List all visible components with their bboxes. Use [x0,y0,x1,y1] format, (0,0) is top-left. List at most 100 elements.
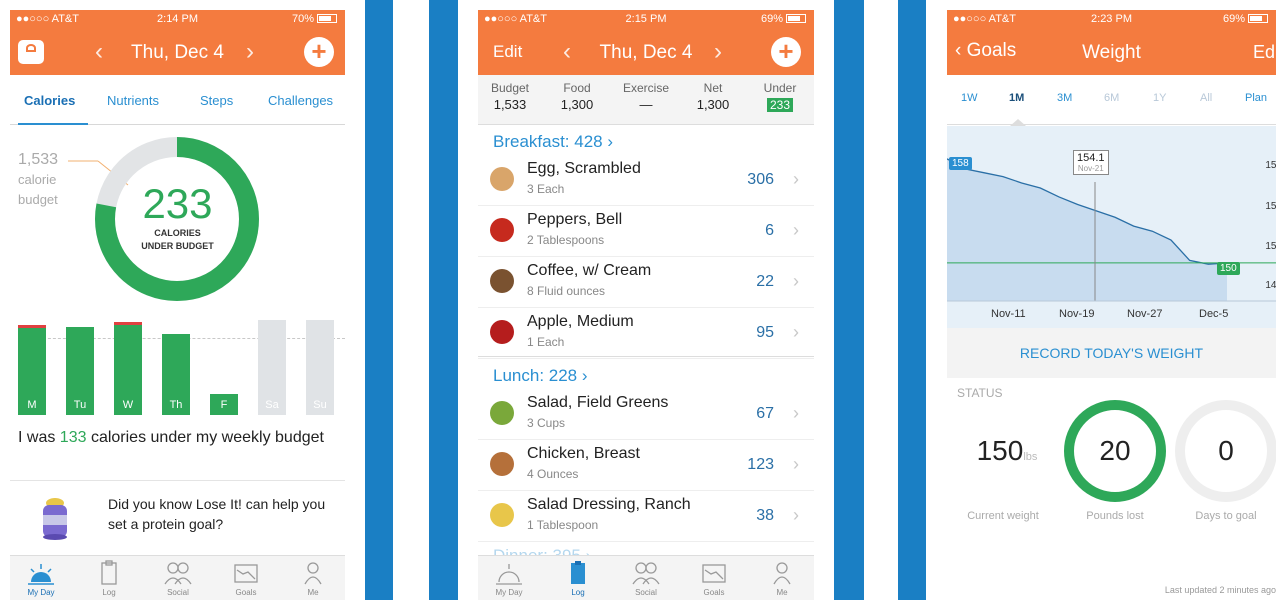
chevron-right-icon[interactable]: › [714,38,722,66]
tab-log[interactable]: Log [84,560,134,597]
tab-goals[interactable]: Goals [689,560,739,597]
tab-my-day[interactable]: My Day [16,560,66,597]
clipboard-icon [101,560,117,585]
phone-my-day: ●●○○○ AT&T 2:14 PM 70% ‹ Thu, Dec 4 › + … [10,10,345,600]
day-bar-sa[interactable]: Sa [258,320,286,415]
tab-log[interactable]: Log [553,560,603,597]
food-row[interactable]: Salad Dressing, Ranch 1 Tablespoon 38 › [478,491,814,542]
y-tick: 152 [1265,241,1276,252]
battery: 69% [1223,13,1268,25]
y-tick: 149 [1265,280,1276,291]
tab-calories[interactable]: Calories [24,93,75,108]
day-bar-m[interactable]: M [18,325,46,415]
under-label-2: UNDER BUDGET [141,241,214,251]
tab-challenges[interactable]: Challenges [268,93,333,108]
food-name: Salad, Field Greens [527,394,669,411]
tab-goals[interactable]: Goals [221,560,271,597]
range-all[interactable]: All [1200,92,1212,104]
day-bar-th[interactable]: Th [162,334,190,415]
sunrise-icon [496,564,522,585]
chevron-right-icon: › [793,322,799,342]
status-bar: ●●○○○ AT&T 2:15 PM 69% [478,10,814,28]
last-updated: Last updated 2 minutes ago [1164,585,1276,595]
food-calories: 22 [756,273,774,290]
battery-icon [317,14,337,23]
breakfast-header[interactable]: Breakfast: 428 › [493,132,613,152]
tab-bar: My Day Log Social Goals Me [10,555,345,600]
protein-tip-card[interactable]: Did you know Lose It! can help you set a… [10,480,345,555]
battery-percent: 69% [760,13,783,25]
food-row[interactable]: Egg, Scrambled 3 Each 306 › [478,155,814,206]
record-weight-button[interactable]: RECORD TODAY'S WEIGHT [947,328,1276,378]
chevron-right-icon: › [793,454,799,474]
tab-social[interactable]: Social [153,560,203,597]
divider-stripe [365,0,393,600]
under-value: 233 [142,180,213,227]
food-row[interactable]: Apple, Medium 1 Each 95 › [478,308,814,359]
summary-exercise: Exercise — [614,81,678,112]
food-row[interactable]: Chicken, Breast 4 Ounces 123 › [478,440,814,491]
status-bar: ●●○○○ AT&T 2:23 PM 69% [947,10,1276,28]
day-label: Tu [73,399,87,411]
weight-chart: Nov-11 Nov-19 Nov-27 Dec-5 158 155 152 1… [947,126,1276,328]
food-portion: 8 Fluid ounces [527,284,606,298]
battery-percent: 70% [291,13,314,25]
add-icon[interactable]: + [304,37,334,67]
lunch-header[interactable]: Lunch: 228 › [493,366,588,386]
start-weight-flag: 158 [949,157,972,170]
range-3m[interactable]: 3M [1057,92,1072,104]
range-plan[interactable]: Plan [1245,92,1267,104]
tab-steps[interactable]: Steps [200,93,233,108]
end-weight-flag: 150 [1217,262,1240,275]
tab-bar: My Day Log Social Goals Me [478,555,814,600]
range-1w[interactable]: 1W [961,92,978,104]
food-name: Egg, Scrambled [527,160,641,177]
weight-area [947,158,1227,301]
food-calories: 306 [747,171,774,188]
food-portion: 3 Cups [527,416,566,430]
edit-button[interactable]: Edit [1253,42,1276,63]
food-calories: 123 [747,456,774,473]
tab-my-day[interactable]: My Day [484,560,534,597]
phone-weight-goal: ●●○○○ AT&T 2:23 PM 69% ‹ Goals Weight Ed… [947,10,1276,600]
weight-unit: lbs [1023,451,1038,463]
food-name: Peppers, Bell [527,211,623,228]
day-bar-w[interactable]: W [114,322,142,415]
goal-nav: ‹ Goals Weight Edit [947,34,1276,70]
tab-nutrients[interactable]: Nutrients [107,93,159,108]
summary-value: 1,300 [696,97,730,112]
food-row[interactable]: Salad, Field Greens 3 Cups 67 › [478,389,814,440]
food-row[interactable]: Peppers, Bell 2 Tablespoons 6 › [478,206,814,257]
battery-percent: 69% [1222,13,1245,25]
pepper-icon [490,218,514,242]
food-portion: 4 Ounces [527,467,579,481]
food-row[interactable]: Coffee, w/ Cream 8 Fluid ounces 22 › [478,257,814,308]
tab-me[interactable]: Me [757,560,807,597]
food-calories: 95 [756,324,774,341]
tab-social[interactable]: Social [621,560,671,597]
range-tabs: 1W 1M 3M 6M 1Y All Plan [947,75,1276,126]
add-icon[interactable]: + [771,37,801,67]
sunrise-icon [28,564,54,585]
summary-value: — [639,97,653,112]
tab-label: Log [102,588,116,597]
day-bar-f[interactable]: F [210,394,238,415]
tab-label: Goals [235,588,257,597]
app-store-screenshots: ●●○○○ AT&T 2:14 PM 70% ‹ Thu, Dec 4 › + … [0,0,1276,600]
range-1y[interactable]: 1Y [1153,92,1166,104]
status-bar: ●●○○○ AT&T 2:14 PM 70% [10,10,345,28]
range-1m[interactable]: 1M [1009,92,1024,104]
food-calories: 67 [756,405,774,422]
day-bar-su[interactable]: Su [306,320,334,415]
week-bar-chart: M Tu W Th F Sa Su [18,315,343,415]
food-name: Apple, Medium [527,313,634,330]
day-bar-tu[interactable]: Tu [66,327,94,415]
summary-text: calories under my weekly budget [86,429,324,446]
divider-stripe [834,0,864,600]
chevron-right-icon: › [793,505,799,525]
chevron-right-icon[interactable]: › [246,38,254,66]
weight-chart-svg [947,158,1276,302]
tab-me[interactable]: Me [288,560,338,597]
range-6m[interactable]: 6M [1104,92,1119,104]
tip-text: Did you know Lose It! can help you set a… [108,496,326,532]
